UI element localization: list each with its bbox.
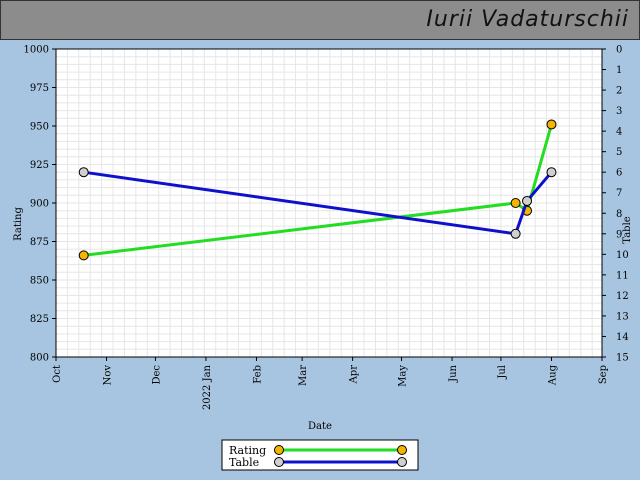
y-right-tick-label: 2	[616, 86, 622, 97]
y-left-tick-label: 950	[30, 122, 49, 133]
x-axis-title: Date	[308, 421, 332, 432]
y-left-tick-label: 825	[30, 314, 49, 325]
y-right-tick-label: 4	[616, 127, 622, 138]
y-right-tick-label: 5	[616, 147, 622, 158]
y-left-tick-label: 1000	[24, 45, 49, 56]
table-legend-marker	[397, 457, 407, 467]
table-data-point	[522, 195, 533, 206]
x-tick-label: Sep	[598, 365, 609, 384]
y-left-tick-label: 800	[30, 353, 49, 364]
x-tick-label: Oct	[52, 365, 63, 383]
y-left-tick-label: 850	[30, 276, 49, 287]
y-left-tick-label: 925	[30, 160, 49, 171]
y-left-tick-label: 875	[30, 237, 49, 248]
y-right-axis-title: Table	[622, 216, 633, 243]
table-legend-label: Table	[229, 456, 259, 469]
y-left-tick-label: 975	[30, 83, 49, 94]
x-tick-label: Aug	[547, 364, 558, 386]
y-left-axis-title: Rating	[13, 207, 24, 241]
y-right-tick-label: 7	[616, 188, 622, 199]
x-tick-label: Feb	[252, 365, 263, 384]
y-right-tick-label: 11	[616, 270, 629, 281]
x-tick-label: Apr	[349, 365, 360, 385]
y-right-tick-label: 3	[616, 106, 622, 117]
table-data-point	[78, 167, 89, 178]
y-right-tick-label: 13	[616, 311, 629, 322]
x-tick-label: Nov	[103, 365, 114, 386]
x-tick-label: Dec	[151, 365, 162, 385]
x-tick-label: 2022 Jan	[202, 364, 213, 410]
rating-legend-marker	[274, 445, 284, 455]
table-data-point	[546, 167, 557, 178]
table-data-point	[510, 228, 521, 239]
y-right-tick-label: 15	[616, 353, 629, 364]
y-right-tick-label: 0	[616, 45, 622, 56]
rating-chart: 8008258508759009259509751000 012345678910…	[13, 45, 633, 471]
y-right-tick-label: 14	[616, 332, 629, 343]
y-right-tick-label: 10	[616, 250, 629, 261]
rating-data-point	[510, 198, 521, 208]
rating-data-point	[78, 250, 89, 261]
y-left-tick-label: 900	[30, 199, 49, 210]
y-right-tick-label: 6	[616, 168, 622, 179]
x-tick-label: May	[398, 365, 409, 387]
rating-legend-marker	[397, 445, 407, 455]
x-tick-label: Jul	[497, 365, 508, 380]
x-tick-label: Jun	[448, 364, 459, 382]
y-right-tick-label: 1	[616, 65, 622, 76]
table-legend-marker	[274, 457, 284, 467]
x-tick-label: Mar	[298, 365, 309, 386]
y-right-tick-label: 12	[616, 291, 629, 302]
rating-data-point	[546, 119, 557, 130]
